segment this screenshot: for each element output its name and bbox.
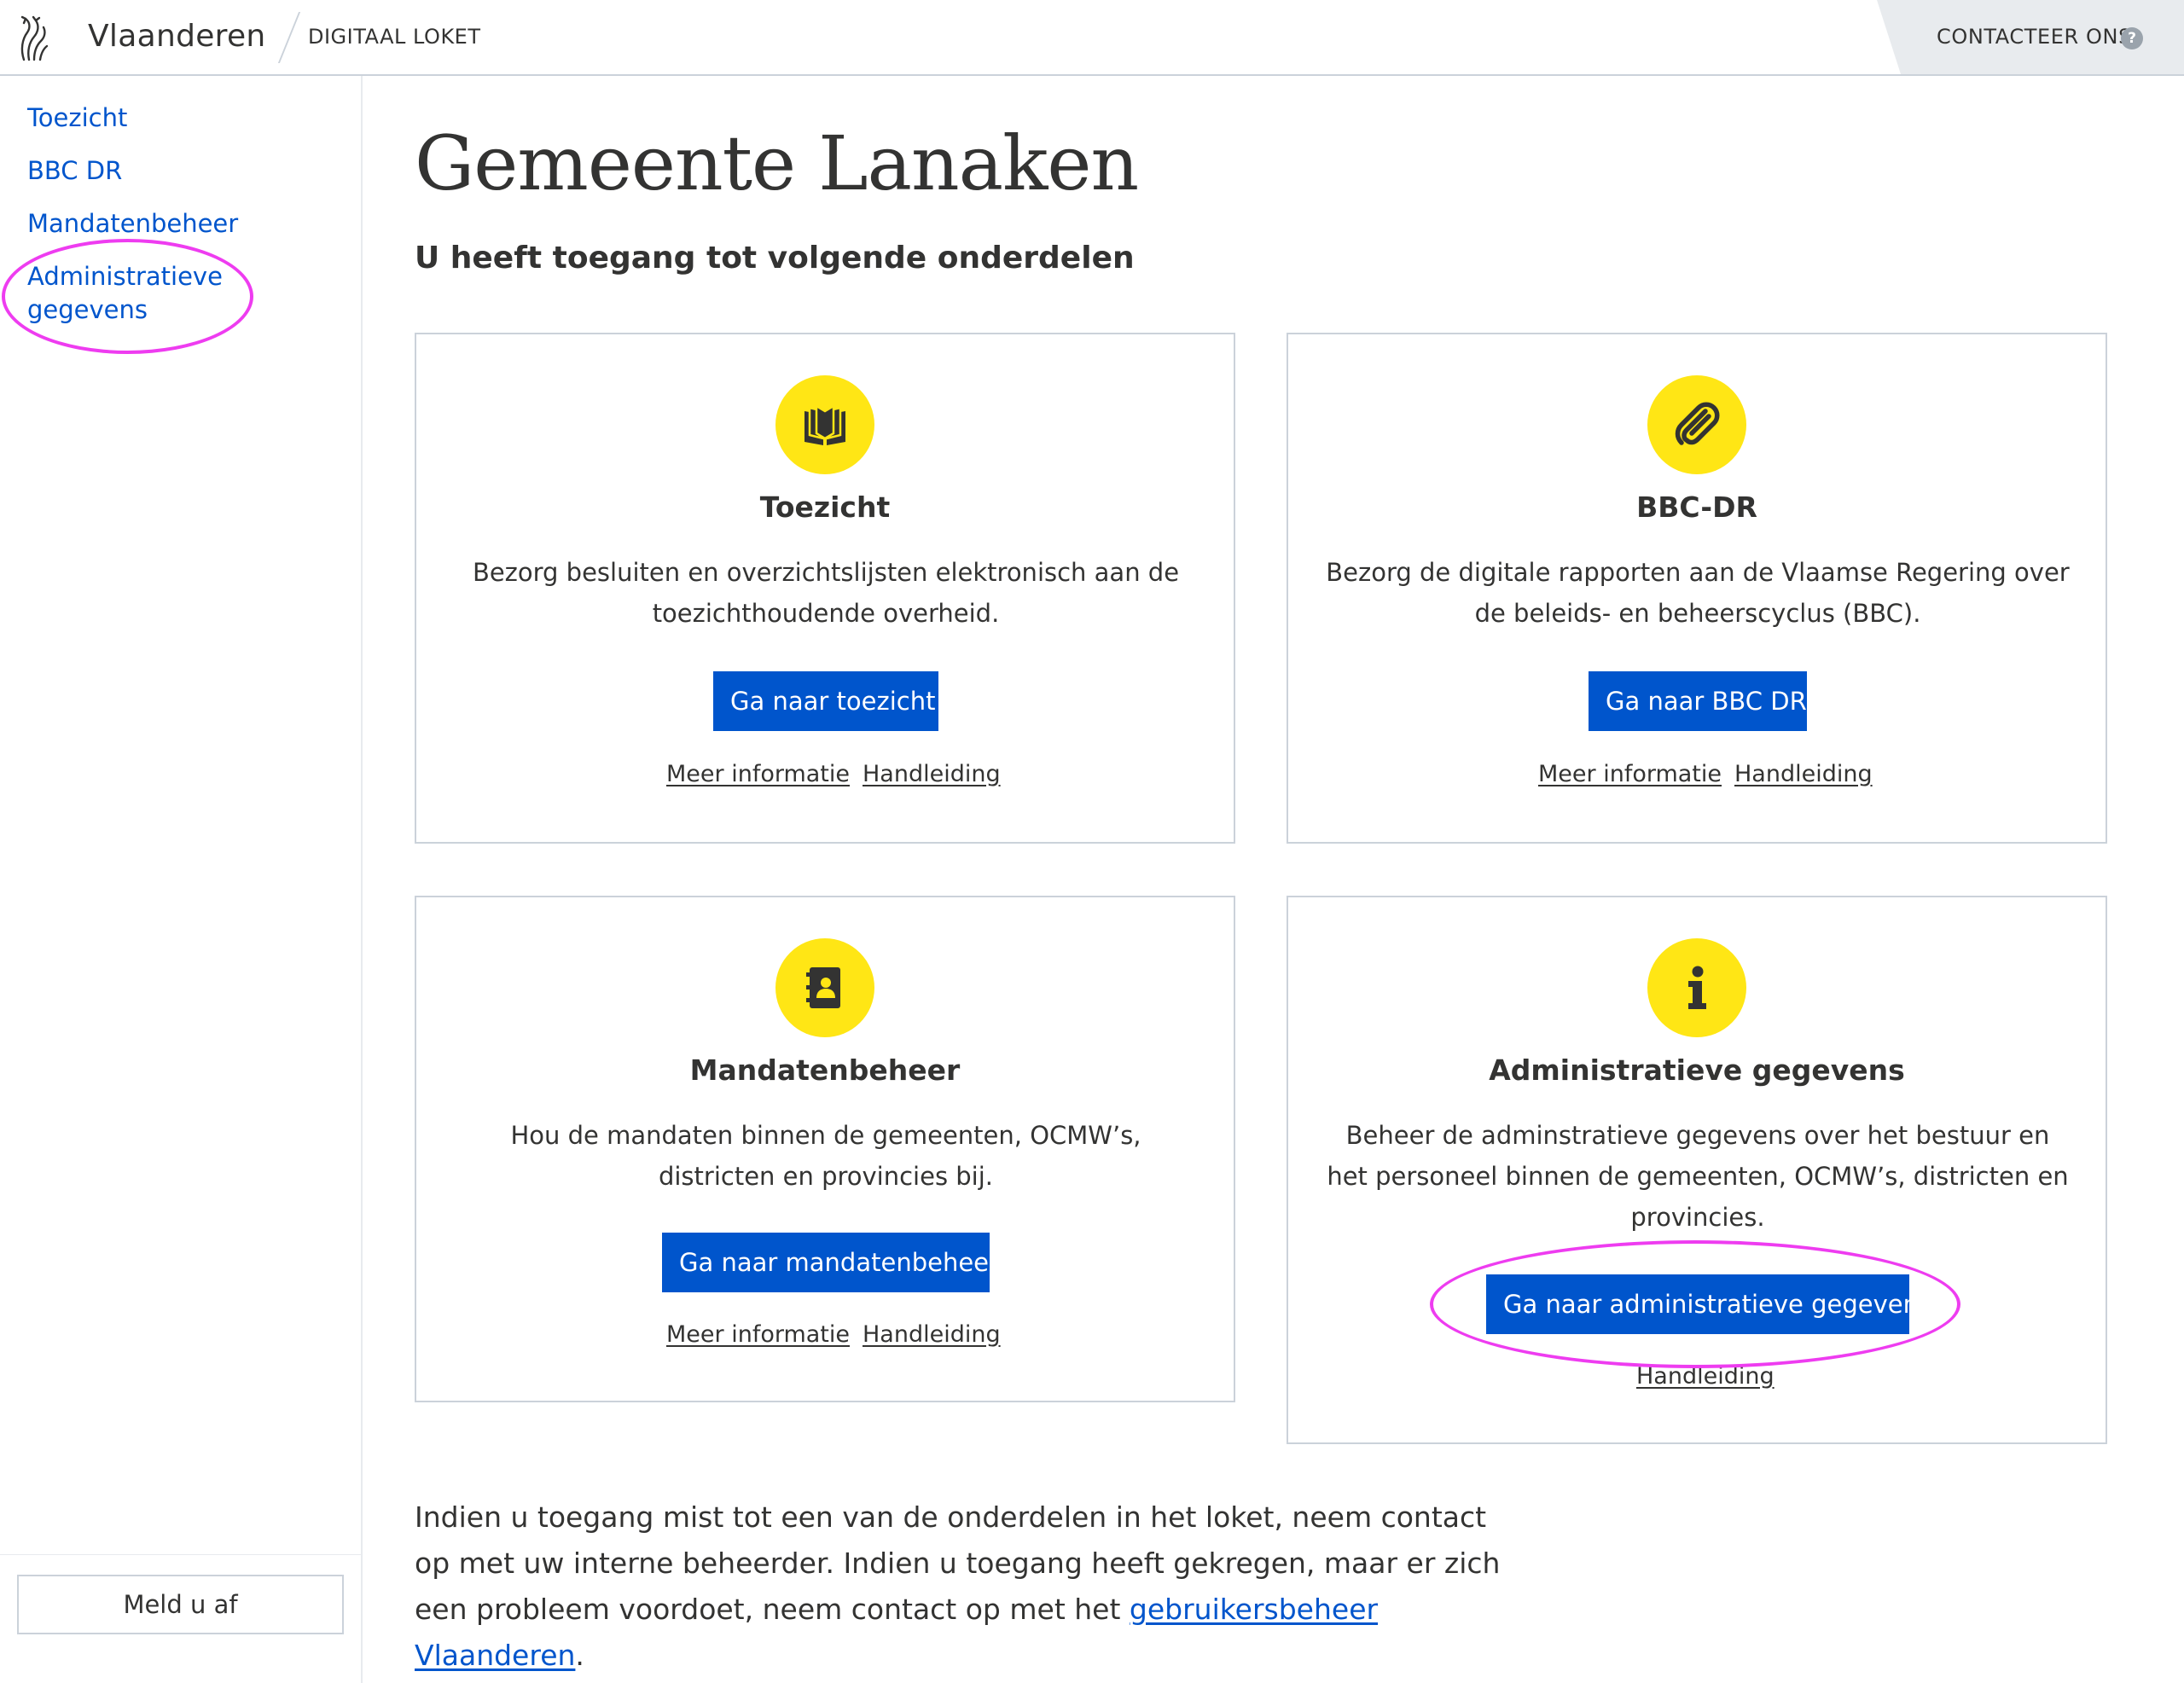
book-icon — [775, 375, 874, 474]
sidebar-item-bbc-dr[interactable]: BBC DR — [27, 154, 334, 188]
sidebar-divider — [0, 1554, 361, 1555]
brand-name[interactable]: Vlaanderen — [88, 19, 266, 54]
go-to-toezicht-button[interactable]: Ga naar toezicht — [713, 671, 938, 731]
info-icon — [1647, 938, 1746, 1037]
site-header: Vlaanderen DIGITAAL LOKET CONTACTEER ONS… — [0, 0, 2184, 76]
flemish-lion-logo-icon[interactable] — [17, 14, 51, 63]
manual-link[interactable]: Handleiding — [863, 1321, 1001, 1348]
manual-link[interactable]: Handleiding — [1636, 1363, 1774, 1390]
card-description: Hou de mandaten binnen de gemeenten, OCM… — [510, 1121, 1141, 1191]
address-book-icon — [775, 938, 874, 1037]
more-info-link[interactable]: Meer informatie — [1538, 761, 1722, 787]
footer-text-end: . — [575, 1639, 584, 1672]
more-info-link[interactable]: Meer informatie — [666, 1321, 850, 1348]
logout-button[interactable]: Meld u af — [17, 1575, 344, 1634]
sidebar-item-toezicht[interactable]: Toezicht — [27, 102, 334, 135]
sidebar-item-administratieve-gegevens[interactable]: Administratieve gegevens — [27, 260, 241, 327]
card-toezicht: Toezicht Bezorg besluiten en overzichtsl… — [415, 333, 1235, 844]
card-description: Bezorg de digitale rapporten aan de Vlaa… — [1326, 558, 2070, 628]
sidebar-nav: Toezicht BBC DR Mandatenbeheer Administr… — [0, 76, 363, 1683]
product-name[interactable]: DIGITAAL LOKET — [308, 25, 481, 49]
sidebar-item-mandatenbeheer[interactable]: Mandatenbeheer — [27, 207, 334, 241]
card-administratieve-gegevens: Administratieve gegevens Beheer de admin… — [1287, 896, 2107, 1444]
page-title: Gemeente Lanaken — [415, 119, 1139, 207]
card-title: BBC-DR — [1636, 490, 1757, 524]
card-title: Toezicht — [759, 490, 891, 524]
go-to-administratieve-gegevens-button[interactable]: Ga naar administratieve gegevens — [1486, 1274, 1931, 1334]
manual-link[interactable]: Handleiding — [1734, 761, 1873, 787]
card-description: Bezorg besluiten en overzichtslijsten el… — [472, 558, 1180, 628]
section-title: U heeft toegang tot volgende onderdelen — [415, 241, 1135, 276]
manual-link[interactable]: Handleiding — [863, 761, 1001, 787]
footer-help-text: Indien u toegang mist tot een van de ond… — [415, 1494, 1524, 1679]
help-icon: ? — [2121, 27, 2143, 49]
contact-label: CONTACTEER ONS — [1937, 25, 2132, 49]
go-to-mandatenbeheer-button[interactable]: Ga naar mandatenbeheer — [662, 1233, 999, 1292]
card-title: Administratieve gegevens — [1489, 1053, 1905, 1087]
more-info-link[interactable]: Meer informatie — [666, 761, 850, 787]
card-description: Beheer de adminstratieve gegevens over h… — [1327, 1121, 2069, 1232]
card-bbc-dr: BBC-DR Bezorg de digitale rapporten aan … — [1287, 333, 2107, 844]
paperclip-icon — [1647, 375, 1746, 474]
contact-button[interactable]: CONTACTEER ONS ? — [1877, 0, 2184, 74]
go-to-bbc-dr-button[interactable]: Ga naar BBC DR — [1589, 671, 1807, 731]
card-title: Mandatenbeheer — [689, 1053, 961, 1087]
card-mandatenbeheer: Mandatenbeheer Hou de mandaten binnen de… — [415, 896, 1235, 1402]
